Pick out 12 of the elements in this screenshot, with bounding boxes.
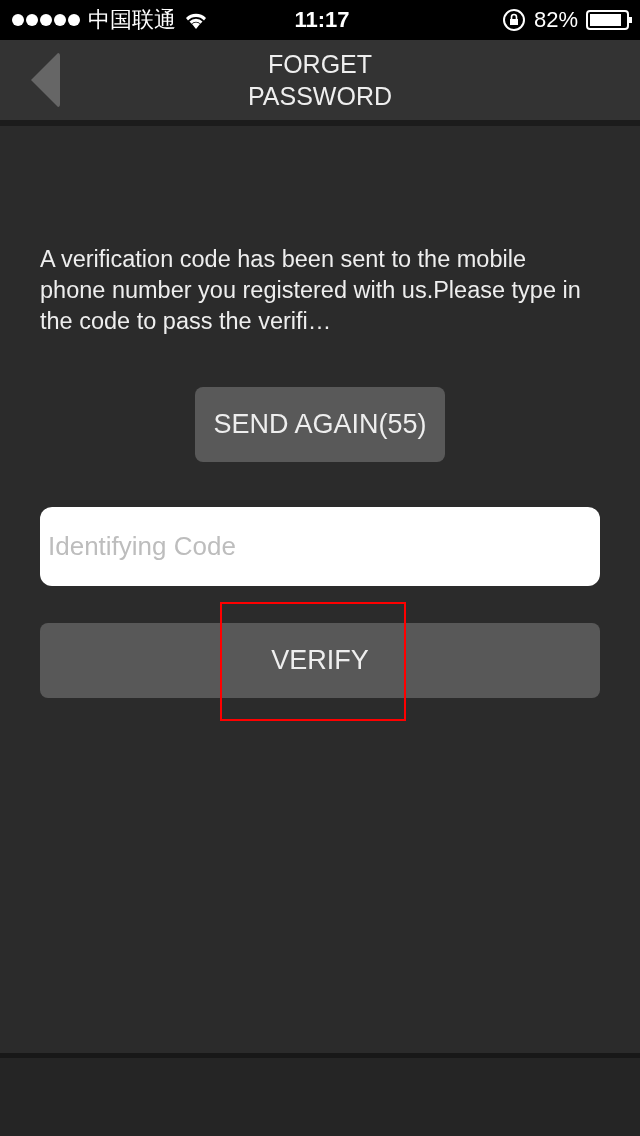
- instruction-text: A verification code has been sent to the mobile phone number you registered with us.Please type in the code to pass the verifi…: [40, 245, 582, 336]
- page-title: FORGET PASSWORD: [247, 49, 393, 112]
- rotation-lock-icon: [501, 8, 526, 32]
- battery-icon: [586, 10, 632, 30]
- verify-button[interactable]: VERIFY: [40, 623, 600, 698]
- clock-time: 11:17: [294, 7, 350, 33]
- signal-icon: [12, 14, 80, 26]
- carrier-name: 中国联通: [88, 6, 176, 34]
- send-again-button[interactable]: SEND AGAIN(55): [195, 387, 445, 462]
- code-input-field[interactable]: Identifying Code: [40, 507, 600, 586]
- wifi-icon: [184, 11, 208, 29]
- battery-percent: 82%: [533, 7, 578, 33]
